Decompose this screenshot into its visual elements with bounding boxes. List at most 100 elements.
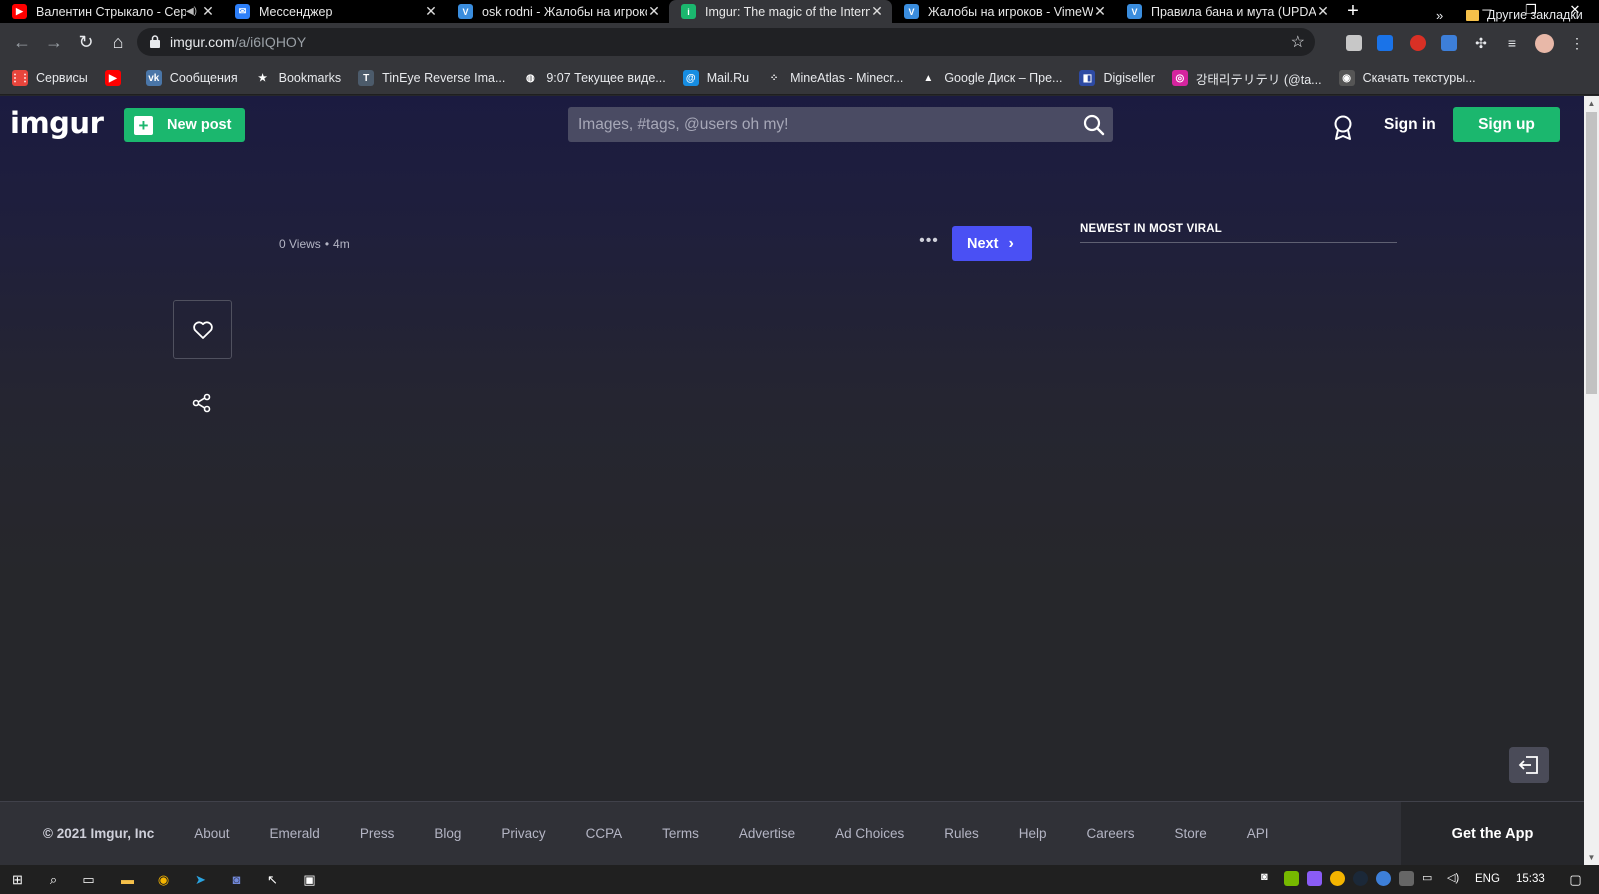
search-icon[interactable] — [1083, 114, 1105, 136]
tab-title: Мессенджер — [259, 4, 333, 19]
chrome-tray-icon[interactable] — [1330, 871, 1345, 886]
scroll-down-arrow-icon[interactable]: ▼ — [1584, 850, 1599, 865]
tab-title: Imgur: The magic of the Interne — [705, 4, 870, 19]
footer-link-careers[interactable]: Careers — [1087, 826, 1135, 841]
more-options-icon[interactable]: ••• — [918, 232, 940, 252]
next-post-button[interactable]: Next › — [952, 226, 1032, 261]
sign-up-button[interactable]: Sign up — [1453, 107, 1560, 142]
app-icon[interactable]: ▣ — [301, 871, 318, 888]
extensions-puzzle-icon[interactable]: ✣ — [1473, 35, 1489, 51]
award-ribbon-icon[interactable] — [1332, 115, 1354, 141]
home-icon[interactable]: ⌂ — [106, 30, 130, 54]
close-tab-icon[interactable]: ✕ — [1316, 3, 1330, 20]
apps-grid-icon: ⋮⋮ — [10, 70, 30, 86]
bookmark-item[interactable]: vk Сообщения — [145, 70, 238, 86]
bookmark-item[interactable]: ⁘ MineAtlas - Minecr... — [766, 70, 903, 86]
mailru-icon: @ — [682, 70, 699, 86]
bookmark-item[interactable]: ◉ Скачать текстуры... — [1338, 70, 1476, 86]
browser-tab[interactable]: Vosk rodni - Жалобы на игроко ✕ — [446, 0, 669, 23]
task-view-icon[interactable]: ▭ — [80, 871, 97, 888]
telegram-icon[interactable]: ➤ — [192, 871, 209, 888]
footer-link-api[interactable]: API — [1247, 826, 1269, 841]
sign-in-link[interactable]: Sign in — [1384, 116, 1436, 134]
footer-link-about[interactable]: About — [194, 826, 229, 841]
browser-menu-icon[interactable]: ⋮ — [1569, 35, 1585, 51]
footer-link-blog[interactable]: Blog — [434, 826, 461, 841]
footer-link-emerald[interactable]: Emerald — [270, 826, 320, 841]
forward-arrow-icon[interactable]: → — [42, 30, 66, 54]
nvidia-tray-icon[interactable] — [1284, 871, 1299, 886]
like-button[interactable] — [173, 300, 232, 359]
network-icon[interactable]: ▭ — [1422, 871, 1437, 886]
tray-app-icon[interactable] — [1376, 871, 1391, 886]
speaker-icon[interactable]: ◀) — [186, 6, 197, 17]
footer-link-ad-choices[interactable]: Ad Choices — [835, 826, 904, 841]
search-icon[interactable]: ⌕ — [45, 871, 62, 888]
extension-new-icon[interactable] — [1377, 35, 1393, 51]
discord-icon[interactable]: ◙ — [228, 871, 245, 888]
bookmark-item[interactable]: ⋮⋮ Сервисы — [10, 70, 88, 86]
footer-link-advertise[interactable]: Advertise — [739, 826, 795, 841]
browser-tab[interactable]: i Imgur: The magic of the Interne ✕ — [669, 0, 892, 23]
footer-link-ccpa[interactable]: CCPA — [586, 826, 623, 841]
browser-tab[interactable]: V Правила бана и мута (UPDATE ✕ — [1115, 0, 1338, 23]
imgur-logo[interactable]: imgur — [10, 106, 104, 140]
notifications-icon[interactable]: ▢ — [1567, 871, 1584, 888]
footer-link-rules[interactable]: Rules — [944, 826, 979, 841]
browser-tab-strip: ▶ Валентин Стрыкало - Сер ◀) ✕ ✉ Мессенджер ✕ V… — [0, 0, 1599, 23]
clock[interactable]: 15:33 — [1516, 873, 1545, 885]
extension-chart-icon[interactable] — [1441, 35, 1457, 51]
scroll-thumb[interactable] — [1586, 112, 1597, 394]
steam-tray-icon[interactable] — [1353, 871, 1368, 886]
reload-icon[interactable]: ↻ — [74, 30, 98, 54]
close-tab-icon[interactable]: ✕ — [870, 3, 884, 20]
browser-tab[interactable]: ✉ Мессенджер ✕ — [223, 0, 446, 23]
extension-badge-icon[interactable] — [1410, 35, 1426, 51]
language-indicator[interactable]: ENG — [1475, 873, 1500, 885]
search-input[interactable] — [568, 107, 1068, 142]
other-bookmarks-folder[interactable]: Другие закладки — [1466, 8, 1583, 22]
address-bar[interactable]: imgur.com/a/i6IQHOY ☆ — [137, 28, 1315, 56]
footer-link-help[interactable]: Help — [1019, 826, 1047, 841]
bookmark-item[interactable]: T TinEye Reverse Ima... — [358, 70, 505, 86]
back-arrow-icon[interactable]: ← — [10, 30, 34, 54]
browser-tab[interactable]: ▶ Валентин Стрыкало - Сер ◀) ✕ — [0, 0, 223, 23]
new-tab-button[interactable]: + — [1338, 0, 1368, 23]
bookmark-star-icon[interactable]: ☆ — [1291, 32, 1305, 52]
page-scrollbar[interactable]: ▲ ▼ — [1584, 96, 1599, 865]
chrome-icon[interactable]: ◉ — [155, 871, 172, 888]
close-tab-icon[interactable]: ✕ — [424, 3, 438, 20]
tray-app-icon[interactable] — [1399, 871, 1414, 886]
close-tab-icon[interactable]: ✕ — [201, 3, 215, 20]
new-post-button[interactable]: + New post — [124, 108, 245, 142]
extension-icon[interactable] — [1346, 35, 1362, 51]
exit-fullscreen-button[interactable] — [1509, 747, 1549, 783]
profile-avatar-icon[interactable] — [1535, 34, 1554, 53]
bookmark-item[interactable]: ★ Bookmarks — [254, 70, 341, 86]
volume-icon[interactable]: ◁) — [1447, 871, 1462, 886]
share-icon[interactable] — [192, 393, 212, 413]
bookmark-item[interactable]: ◎ 강태리テリテリ (@ta... — [1171, 69, 1322, 88]
chevron-right-icon: › — [1008, 234, 1014, 252]
footer-link-store[interactable]: Store — [1175, 826, 1207, 841]
bookmark-item[interactable]: ▶ — [104, 70, 129, 86]
windows-start-icon[interactable]: ⊞ — [9, 871, 26, 888]
footer-link-privacy[interactable]: Privacy — [501, 826, 545, 841]
file-explorer-icon[interactable]: ▬ — [119, 871, 136, 888]
get-the-app-button[interactable]: Get the App — [1401, 802, 1584, 865]
cursor-app-icon[interactable]: ↖ — [264, 871, 281, 888]
discord-tray-icon[interactable]: ◙ — [1261, 871, 1276, 886]
browser-tab[interactable]: V Жалобы на игроков - VimeWo ✕ — [892, 0, 1115, 23]
bookmark-item[interactable]: ▲ Google Диск – Пре... — [920, 70, 1062, 86]
media-control-icon[interactable]: ≡ — [1504, 35, 1520, 51]
bookmark-item[interactable]: ◍ 9:07 Текущее виде... — [522, 70, 666, 86]
bookmark-item[interactable]: ◧ Digiseller — [1079, 70, 1155, 86]
close-tab-icon[interactable]: ✕ — [1093, 3, 1107, 20]
footer-link-terms[interactable]: Terms — [662, 826, 699, 841]
footer-link-press[interactable]: Press — [360, 826, 395, 841]
bookmark-item[interactable]: @ Mail.Ru — [682, 70, 749, 86]
close-tab-icon[interactable]: ✕ — [647, 3, 661, 20]
bookmarks-overflow-chevron-icon[interactable]: » — [1436, 8, 1443, 23]
scroll-up-arrow-icon[interactable]: ▲ — [1584, 96, 1599, 111]
tray-app-icon[interactable] — [1307, 871, 1322, 886]
